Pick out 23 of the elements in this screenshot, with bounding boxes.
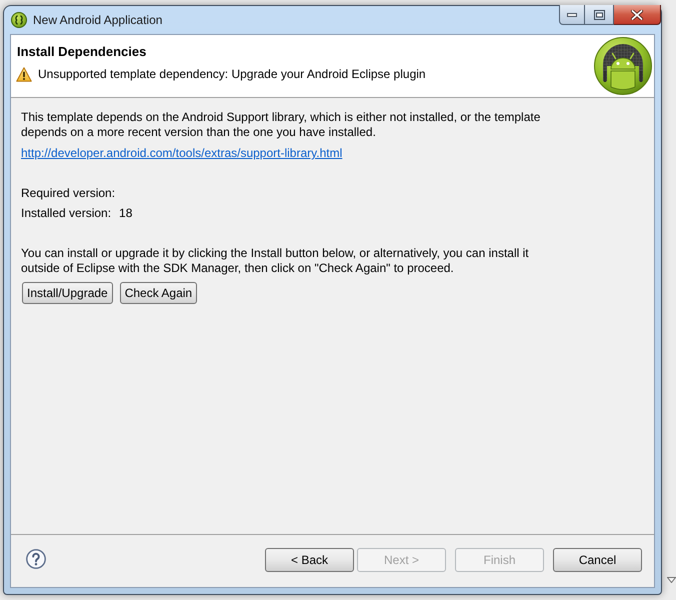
- window-title: New Android Application: [33, 12, 162, 28]
- warning-icon: [16, 67, 32, 82]
- maximize-icon: [594, 10, 604, 20]
- help-icon: [26, 549, 46, 569]
- braces-badge-icon: [11, 12, 27, 28]
- description-text: This template depends on the Android Support library, which is either not installed, or the template depends on a more recent version than the one you have installed.: [21, 110, 542, 140]
- triangle-icon: [667, 577, 676, 583]
- action-button[interactable]: Install/Upgrade: [22, 282, 113, 304]
- page-title: Install Dependencies: [17, 43, 148, 61]
- wizard-button[interactable]: Cancel: [553, 548, 642, 572]
- status-message: Unsupported template dependency: Upgrade your Android Eclipse plugin: [38, 67, 426, 82]
- version-label: Required version:: [21, 186, 116, 201]
- close-icon: [631, 10, 643, 20]
- minimize-button[interactable]: [559, 5, 585, 25]
- documentation-link[interactable]: http://developer.android.com/tools/extras/support-library.html: [21, 146, 342, 161]
- action-button[interactable]: Check Again: [120, 282, 198, 304]
- instructions-text: You can install or upgrade it by clicking the Install button below, or alternatively, you can install it outside of Eclipse with the SDK Manager, then click on "Check Again" to proceed.: [21, 246, 530, 276]
- version-value: 18: [119, 206, 132, 221]
- maximize-button[interactable]: [585, 5, 614, 25]
- close-button[interactable]: [614, 5, 661, 25]
- version-label: Installed version:: [21, 206, 112, 221]
- wizard-button[interactable]: < Back: [265, 548, 354, 572]
- minimize-icon: [567, 12, 577, 16]
